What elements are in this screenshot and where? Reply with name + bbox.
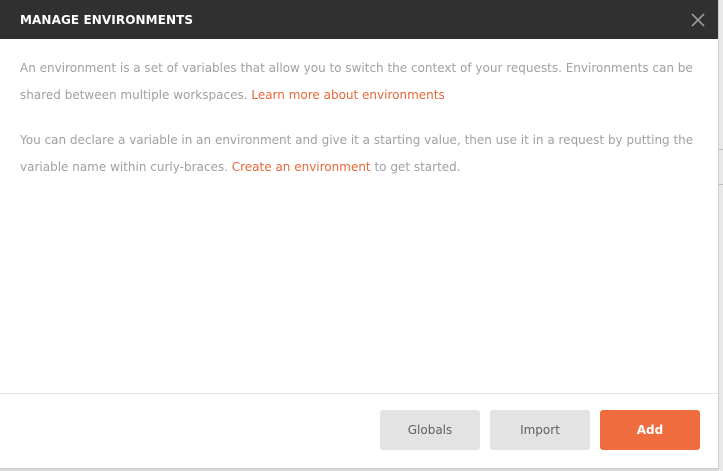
manage-environments-dialog: MANAGE ENVIRONMENTS An environment is a …: [0, 0, 719, 469]
learn-more-link[interactable]: Learn more about environments: [251, 88, 444, 102]
variable-description-suffix: to get started.: [370, 160, 461, 174]
dialog-title: MANAGE ENVIRONMENTS: [20, 12, 194, 27]
close-button[interactable]: [688, 10, 708, 30]
dialog-body: An environment is a set of variables tha…: [0, 39, 718, 392]
background-app-edge: [719, 0, 723, 471]
add-button[interactable]: Add: [600, 410, 700, 450]
create-environment-link[interactable]: Create an environment: [232, 160, 371, 174]
dialog-header: MANAGE ENVIRONMENTS: [0, 0, 718, 39]
environment-description: An environment is a set of variables tha…: [20, 55, 698, 109]
variable-description: You can declare a variable in an environ…: [20, 127, 698, 181]
close-icon: [691, 12, 705, 27]
globals-button[interactable]: Globals: [380, 410, 480, 450]
background-divider: [719, 149, 723, 150]
dialog-footer: Globals Import Add: [0, 393, 718, 469]
background-divider: [719, 184, 723, 185]
import-button[interactable]: Import: [490, 410, 590, 450]
